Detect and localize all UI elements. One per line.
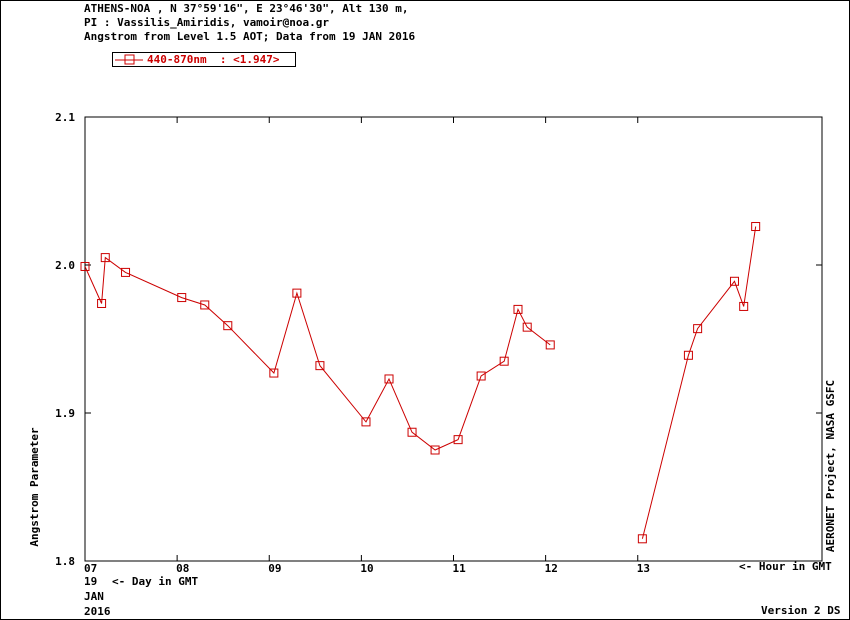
y-tick-label: 2.1 (55, 111, 75, 124)
plot-area: 1.8 1.9 2.0 2.1 07 08 09 10 11 12 13 Angstrom Param… (28, 111, 837, 575)
x-tick-label: 11 (453, 562, 467, 575)
version-label: Version 2 DS (761, 604, 841, 617)
y-tick-label: 2.0 (55, 259, 75, 272)
day-label: 19 (84, 575, 98, 588)
right-side-label: AERONET Project, NASA GSFC (824, 380, 837, 552)
x-tick-label: 07 (84, 562, 97, 575)
year-label: 2016 (84, 605, 111, 618)
y-tick-label: 1.8 (55, 555, 75, 568)
series-line (641, 226, 757, 539)
y-axis-label: Angstrom Parameter (28, 427, 41, 547)
x-tick-label: 08 (176, 562, 189, 575)
plot-border (84, 116, 823, 562)
y-tick-label: 1.9 (55, 407, 75, 420)
data-point (545, 340, 555, 350)
x-tick-label: 13 (637, 562, 650, 575)
series-line (84, 256, 551, 451)
hour-hint: <- Hour in GMT (739, 560, 832, 573)
x-tick-label: 12 (545, 562, 558, 575)
day-hint: <- Day in GMT (112, 575, 199, 588)
x-tick-label: 10 (360, 562, 373, 575)
data-point (637, 534, 647, 544)
month-label: JAN (84, 590, 104, 603)
x-tick-label: 09 (268, 562, 281, 575)
